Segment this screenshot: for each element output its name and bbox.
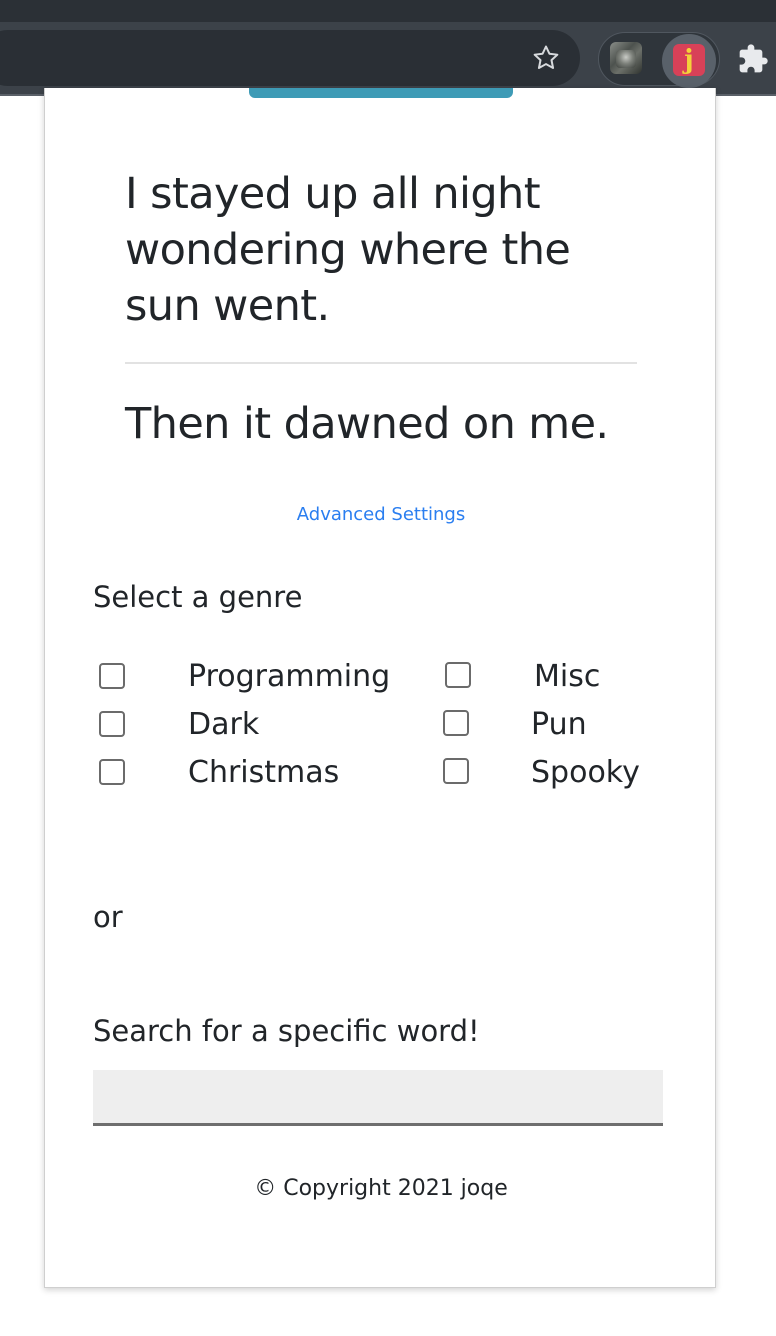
popup-accent-bar <box>249 88 513 98</box>
photo-extension-icon[interactable] <box>610 42 642 74</box>
genre-label-dark: Dark <box>188 707 260 742</box>
or-separator: or <box>93 900 123 934</box>
joqe-extension-icon[interactable]: j <box>673 44 705 76</box>
joke-setup: I stayed up all night wondering where th… <box>125 169 571 331</box>
browser-title-strip <box>0 0 776 22</box>
joke-divider <box>125 362 637 364</box>
genre-checkbox-misc[interactable] <box>445 662 471 688</box>
genre-checkbox-spooky[interactable] <box>443 758 469 784</box>
puzzle-icon[interactable] <box>734 40 772 78</box>
genre-prompt: Select a genre <box>93 580 303 614</box>
copyright-footer: © Copyright 2021 joqe <box>254 1176 508 1201</box>
joqe-icon-letter: j <box>684 45 694 75</box>
star-outline-icon[interactable] <box>526 38 566 78</box>
search-input[interactable] <box>93 1070 663 1126</box>
genre-label-misc: Misc <box>534 659 601 694</box>
genre-checkbox-programming[interactable] <box>99 663 125 689</box>
genre-label-christmas: Christmas <box>188 755 340 790</box>
genre-label-pun: Pun <box>531 707 587 742</box>
genre-checkbox-christmas[interactable] <box>99 759 125 785</box>
extension-popup: I stayed up all night wondering where th… <box>44 88 716 1288</box>
genre-checkbox-pun[interactable] <box>443 710 469 736</box>
genre-checkbox-dark[interactable] <box>99 711 125 737</box>
joke-punchline: Then it dawned on me. <box>125 399 609 449</box>
address-bar[interactable] <box>0 30 580 86</box>
genre-label-programming: Programming <box>188 659 391 694</box>
advanced-settings-link[interactable]: Advanced Settings <box>45 504 717 525</box>
genre-label-spooky: Spooky <box>531 755 640 790</box>
search-label: Search for a specific word! <box>93 1014 480 1048</box>
